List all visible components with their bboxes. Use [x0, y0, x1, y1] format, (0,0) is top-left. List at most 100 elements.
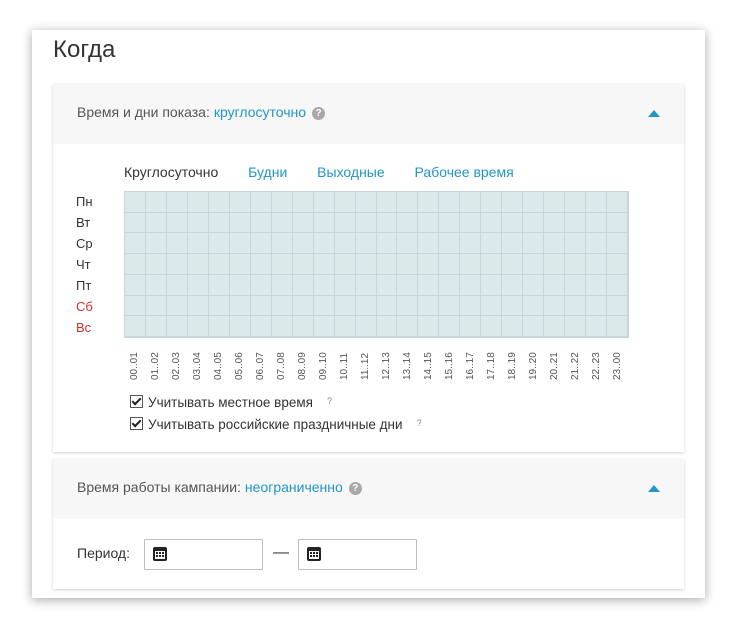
schedule-cell[interactable] — [418, 254, 440, 275]
collapse-arrow-icon[interactable] — [648, 110, 660, 117]
schedule-header[interactable]: Время и дни показа: круглосуточно? — [53, 84, 684, 144]
schedule-cell[interactable] — [565, 212, 587, 234]
schedule-cell[interactable] — [187, 274, 209, 296]
schedule-cell[interactable] — [334, 295, 356, 317]
preset-working-hours[interactable]: Рабочее время — [415, 164, 514, 180]
schedule-cell[interactable] — [481, 295, 503, 317]
schedule-cell[interactable] — [544, 316, 566, 337]
schedule-cell[interactable] — [355, 254, 377, 275]
schedule-cell[interactable] — [229, 233, 251, 255]
schedule-cell[interactable] — [523, 233, 545, 255]
schedule-cell[interactable] — [376, 295, 398, 317]
calendar-icon[interactable] — [153, 547, 167, 561]
preset-weekends[interactable]: Выходные — [317, 164, 384, 180]
schedule-cell[interactable] — [586, 233, 608, 255]
schedule-cell[interactable] — [229, 254, 251, 275]
schedule-cell[interactable] — [418, 316, 440, 337]
schedule-cell[interactable] — [439, 316, 461, 337]
schedule-cell[interactable] — [460, 316, 482, 337]
schedule-cell[interactable] — [586, 212, 608, 234]
calendar-icon[interactable] — [307, 547, 321, 561]
schedule-cell[interactable] — [313, 295, 335, 317]
schedule-cell[interactable] — [523, 316, 545, 337]
schedule-cell[interactable] — [145, 295, 167, 317]
schedule-cell[interactable] — [125, 233, 146, 255]
schedule-cell[interactable] — [334, 233, 356, 255]
schedule-cell[interactable] — [544, 212, 566, 234]
schedule-cell[interactable] — [145, 316, 167, 337]
schedule-cell[interactable] — [397, 233, 419, 255]
schedule-cell[interactable] — [271, 212, 293, 234]
schedule-cell[interactable] — [250, 254, 272, 275]
schedule-cell[interactable] — [313, 212, 335, 234]
schedule-cell[interactable] — [502, 192, 524, 213]
schedule-cell[interactable] — [250, 316, 272, 337]
schedule-cell[interactable] — [208, 274, 230, 296]
schedule-cell[interactable] — [481, 192, 503, 213]
schedule-cell[interactable] — [418, 233, 440, 255]
schedule-cell[interactable] — [502, 233, 524, 255]
schedule-cell[interactable] — [187, 316, 209, 337]
schedule-cell[interactable] — [292, 274, 314, 296]
schedule-cell[interactable] — [145, 192, 167, 213]
schedule-cell[interactable] — [250, 295, 272, 317]
schedule-cell[interactable] — [229, 274, 251, 296]
schedule-cell[interactable] — [523, 295, 545, 317]
schedule-cell[interactable] — [544, 254, 566, 275]
schedule-cell[interactable] — [565, 192, 587, 213]
schedule-cell[interactable] — [439, 212, 461, 234]
schedule-cell[interactable] — [607, 212, 628, 234]
schedule-cell[interactable] — [439, 233, 461, 255]
schedule-cell[interactable] — [481, 274, 503, 296]
schedule-cell[interactable] — [187, 192, 209, 213]
schedule-cell[interactable] — [460, 274, 482, 296]
schedule-cell[interactable] — [397, 316, 419, 337]
schedule-cell[interactable] — [229, 316, 251, 337]
schedule-cell[interactable] — [565, 233, 587, 255]
schedule-cell[interactable] — [418, 295, 440, 317]
schedule-cell[interactable] — [460, 295, 482, 317]
schedule-cell[interactable] — [355, 212, 377, 234]
schedule-cell[interactable] — [355, 233, 377, 255]
schedule-cell[interactable] — [166, 192, 188, 213]
schedule-cell[interactable] — [418, 212, 440, 234]
local-time-help-icon[interactable]: ? — [327, 396, 332, 406]
schedule-cell[interactable] — [397, 212, 419, 234]
schedule-cell[interactable] — [208, 212, 230, 234]
campaign-header[interactable]: Время работы кампании: неограниченно? — [53, 459, 684, 519]
schedule-cell[interactable] — [250, 233, 272, 255]
schedule-cell[interactable] — [586, 316, 608, 337]
schedule-cell[interactable] — [187, 212, 209, 234]
schedule-cell[interactable] — [208, 295, 230, 317]
schedule-cell[interactable] — [292, 254, 314, 275]
schedule-cell[interactable] — [250, 274, 272, 296]
schedule-cell[interactable] — [397, 254, 419, 275]
holidays-help-icon[interactable]: ? — [417, 418, 422, 428]
schedule-cell[interactable] — [125, 192, 146, 213]
schedule-cell[interactable] — [125, 316, 146, 337]
local-time-checkbox[interactable] — [130, 395, 143, 408]
schedule-cell[interactable] — [313, 316, 335, 337]
schedule-cell[interactable] — [292, 212, 314, 234]
schedule-cell[interactable] — [523, 192, 545, 213]
schedule-cell[interactable] — [523, 254, 545, 275]
schedule-cell[interactable] — [271, 316, 293, 337]
start-date-input[interactable] — [144, 539, 263, 570]
schedule-cell[interactable] — [376, 212, 398, 234]
schedule-cell[interactable] — [250, 212, 272, 234]
schedule-cell[interactable] — [125, 274, 146, 296]
schedule-cell[interactable] — [229, 192, 251, 213]
schedule-cell[interactable] — [208, 254, 230, 275]
schedule-cell[interactable] — [187, 233, 209, 255]
schedule-cell[interactable] — [502, 274, 524, 296]
schedule-cell[interactable] — [502, 316, 524, 337]
schedule-cell[interactable] — [313, 254, 335, 275]
schedule-cell[interactable] — [355, 316, 377, 337]
schedule-grid[interactable] — [124, 191, 629, 338]
schedule-cell[interactable] — [460, 233, 482, 255]
schedule-cell[interactable] — [418, 274, 440, 296]
schedule-cell[interactable] — [481, 233, 503, 255]
schedule-cell[interactable] — [607, 295, 628, 317]
schedule-cell[interactable] — [439, 295, 461, 317]
schedule-cell[interactable] — [418, 192, 440, 213]
